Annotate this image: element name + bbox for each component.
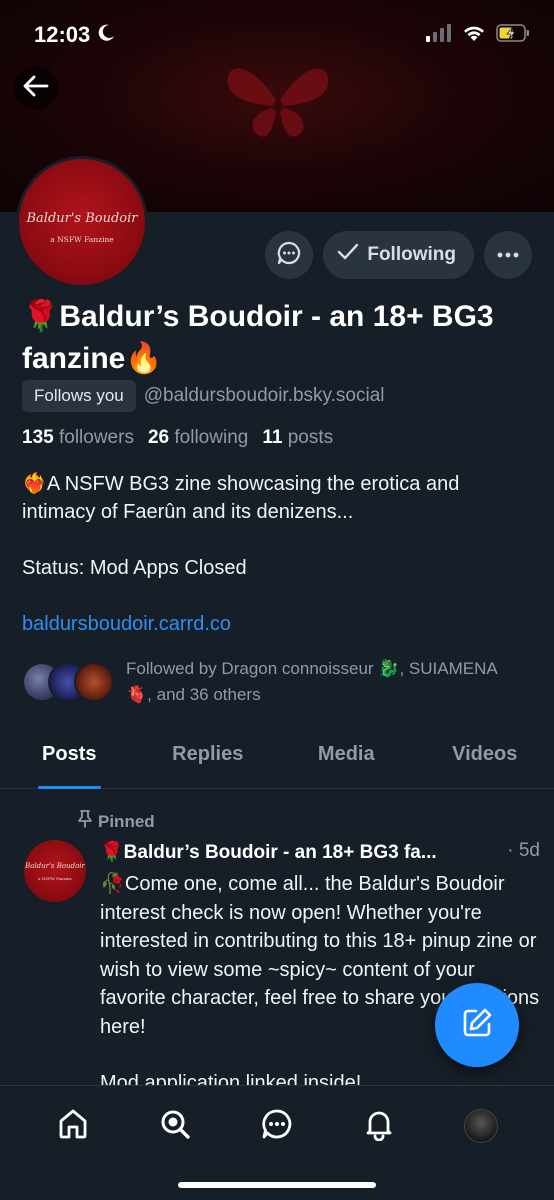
- nav-home[interactable]: [51, 1104, 95, 1148]
- profile-tabs: Posts Replies Media Videos: [0, 725, 554, 789]
- follows-you-badge: Follows you: [22, 380, 136, 412]
- home-indicator: [178, 1182, 376, 1188]
- nav-profile[interactable]: [459, 1104, 503, 1148]
- bottom-navigation: [0, 1085, 554, 1200]
- tab-media[interactable]: Media: [277, 725, 416, 788]
- profile-actions: Following: [265, 231, 532, 279]
- followers-stat[interactable]: 135 followers: [22, 427, 134, 449]
- avatar-logo-title: Baldur's Boudoir: [26, 211, 138, 226]
- post-avatar-logo-title: Baldur's Boudoir: [25, 862, 85, 870]
- following-count: 26: [147, 427, 170, 448]
- bio-status: Status: Mod Apps Closed: [22, 557, 247, 579]
- profile-handle[interactable]: @baldursboudoir.bsky.social: [144, 385, 385, 407]
- follower-avatar: [74, 662, 114, 702]
- following-stat[interactable]: 26 following: [148, 427, 248, 449]
- following-button[interactable]: Following: [323, 231, 474, 279]
- nav-notifications[interactable]: [357, 1104, 401, 1148]
- more-icon: [496, 246, 520, 264]
- nav-chat[interactable]: [255, 1104, 299, 1148]
- pinned-indicator: Pinned: [78, 810, 155, 833]
- chat-icon: [260, 1107, 294, 1146]
- pinned-label: Pinned: [98, 811, 155, 831]
- handle-row: Follows you @baldursboudoir.bsky.social: [22, 380, 385, 412]
- more-options-button[interactable]: [484, 231, 532, 279]
- wifi-icon: [462, 24, 486, 47]
- back-button[interactable]: [14, 66, 58, 110]
- status-time: 12:03: [34, 22, 91, 47]
- pin-icon: [78, 810, 92, 833]
- post-avatar-logo-subtitle: a NSFW Fanzine: [38, 876, 72, 881]
- following-label: Following: [367, 244, 456, 265]
- post-author-avatar[interactable]: Baldur's Boudoir a NSFW Fanzine: [24, 840, 86, 902]
- avatar-logo-subtitle: a NSFW Fanzine: [50, 235, 114, 244]
- post-author-name[interactable]: 🌹Baldur’s Boudoir - an 18+ BG3 fa...: [100, 840, 437, 864]
- post-header: 🌹Baldur’s Boudoir - an 18+ BG3 fa... · 5…: [100, 840, 540, 864]
- check-icon: [337, 243, 359, 267]
- posts-stat: 11 posts: [262, 427, 333, 449]
- compose-icon: [460, 1006, 494, 1045]
- posts-label: posts: [287, 427, 334, 448]
- nav-search[interactable]: [153, 1104, 197, 1148]
- search-icon: [158, 1107, 192, 1146]
- following-stat-label: following: [174, 427, 249, 448]
- user-avatar: [464, 1109, 498, 1143]
- status-bar: 12:03: [0, 0, 554, 70]
- compose-button[interactable]: [435, 983, 519, 1067]
- tab-videos[interactable]: Videos: [416, 725, 554, 788]
- bio-description: ❤️‍🔥A NSFW BG3 zine showcasing the eroti…: [22, 473, 460, 523]
- profile-display-name: 🌹Baldur’s Boudoir - an 18+ BG3 fanzine🔥: [22, 300, 494, 375]
- known-followers[interactable]: Followed by Dragon connoisseur 🐉, SUIAME…: [22, 656, 506, 708]
- tab-posts[interactable]: Posts: [0, 725, 139, 789]
- bio-link[interactable]: baldursboudoir.carrd.co: [22, 610, 537, 638]
- profile-stats: 135 followers 26 following 11 posts: [22, 427, 333, 449]
- followed-by-text: Followed by Dragon connoisseur 🐉, SUIAME…: [126, 659, 498, 704]
- message-button[interactable]: [265, 231, 314, 279]
- message-icon: [276, 240, 302, 271]
- followers-count: 135: [22, 427, 54, 448]
- tab-replies[interactable]: Replies: [139, 725, 278, 788]
- cellular-signal-icon: [426, 24, 452, 47]
- home-icon: [56, 1107, 90, 1146]
- moon-icon: [96, 23, 116, 48]
- battery-charging-icon: [496, 24, 530, 47]
- profile-avatar[interactable]: Baldur's Boudoir a NSFW Fanzine: [16, 156, 148, 288]
- profile-bio: ❤️‍🔥A NSFW BG3 zine showcasing the eroti…: [22, 470, 537, 666]
- posts-count: 11: [262, 427, 283, 448]
- back-arrow-icon: [23, 75, 49, 102]
- followers-label: followers: [58, 427, 134, 448]
- post-timestamp: · 5d: [507, 840, 540, 861]
- bell-icon: [362, 1107, 396, 1146]
